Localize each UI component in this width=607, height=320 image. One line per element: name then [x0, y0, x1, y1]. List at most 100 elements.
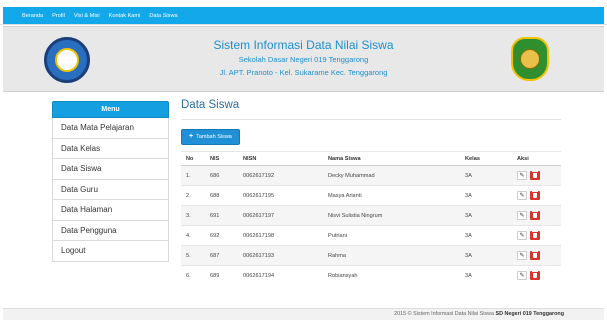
table-row: 6. 689 0062617194 Robiansyah 3A ✎: [181, 265, 561, 286]
column-header-nama-siswa: Nama Siswa: [323, 151, 460, 166]
table-header-row: No NIS NISN Nama Siswa Kelas Aksi: [181, 151, 561, 166]
cell-no: 3.: [181, 205, 205, 226]
trash-icon: [532, 251, 538, 258]
pencil-icon: ✎: [519, 193, 525, 199]
cell-nisn: 0062617198: [238, 225, 323, 246]
column-header-nis: NIS: [205, 151, 238, 166]
column-header-nisn: NISN: [238, 151, 323, 166]
footer: 2015 © Sistem Informasi Data Nilai Siswa…: [3, 308, 604, 320]
site-header: Sistem Informasi Data Nilai Siswa Sekola…: [3, 26, 604, 92]
cell-nama-siswa: Putriani: [323, 225, 460, 246]
table-row: 2. 688 0062617195 Masya Arianti 3A ✎: [181, 185, 561, 206]
cell-nisn: 0062617195: [238, 185, 323, 206]
sidebar-item-data-guru[interactable]: Data Guru: [52, 179, 169, 200]
cell-aksi: ✎: [512, 205, 561, 226]
cell-nis: 687: [205, 245, 238, 266]
cell-nisn: 0062617197: [238, 205, 323, 226]
cell-nisn: 0062617192: [238, 165, 323, 186]
title-divider: [181, 119, 561, 120]
sidebar-menu: Menu Data Mata Pelajaran Data Kelas Data…: [52, 101, 169, 262]
column-header-kelas: Kelas: [460, 151, 512, 166]
column-header-no: No: [181, 151, 205, 166]
table-row: 3. 691 0062617197 Nisvi Sulistia Ningrum 3A ✎: [181, 205, 561, 226]
edit-button[interactable]: ✎: [517, 191, 527, 200]
nav-link-data-siswa[interactable]: Data Siswa: [149, 13, 177, 19]
pencil-icon: ✎: [519, 233, 525, 239]
cell-nis: 688: [205, 185, 238, 206]
table-row: 4. 692 0062617198 Putriani 3A ✎: [181, 225, 561, 246]
cell-nama-siswa: Robiansyah: [323, 265, 460, 286]
page-title: Data Siswa: [181, 99, 240, 111]
nav-link-profil[interactable]: Profil: [52, 13, 65, 19]
edit-button[interactable]: ✎: [517, 271, 527, 281]
pencil-icon: ✎: [519, 253, 525, 259]
row-actions: ✎: [517, 271, 561, 281]
cell-kelas: 3A: [460, 185, 512, 206]
cell-no: 1.: [181, 165, 205, 186]
trash-icon: [532, 271, 538, 279]
cell-aksi: ✎: [512, 245, 561, 266]
edit-button[interactable]: ✎: [517, 251, 527, 260]
cell-aksi: ✎: [512, 225, 561, 246]
row-actions: ✎: [517, 171, 561, 180]
cell-nis: 689: [205, 265, 238, 286]
cell-nama-siswa: Masya Arianti: [323, 185, 460, 206]
row-actions: ✎: [517, 231, 561, 240]
cell-kelas: 3A: [460, 205, 512, 226]
students-table: No NIS NISN Nama Siswa Kelas Aksi 1. 686 0…: [181, 151, 561, 286]
row-actions: ✎: [517, 191, 561, 200]
cell-nama-siswa: Decky Muhammad: [323, 165, 460, 186]
main-content: Data Siswa + Tambah Siswa No NIS NISN Na…: [181, 99, 561, 286]
cell-kelas: 3A: [460, 245, 512, 266]
cell-nisn: 0062617194: [238, 265, 323, 286]
sidebar-item-data-siswa[interactable]: Data Siswa: [52, 159, 169, 180]
navbar: Beranda Profil Visi & Misi Kontak Kami D…: [3, 7, 604, 24]
delete-button[interactable]: [530, 231, 540, 240]
cell-kelas: 3A: [460, 225, 512, 246]
cell-kelas: 3A: [460, 265, 512, 286]
cell-kelas: 3A: [460, 165, 512, 186]
trash-icon: [532, 231, 538, 238]
cell-nama-siswa: Rahma: [323, 245, 460, 266]
cell-no: 2.: [181, 185, 205, 206]
sidebar-item-data-pengguna[interactable]: Data Pengguna: [52, 220, 169, 241]
table-row: 5. 687 0062617193 Rahma 3A ✎: [181, 245, 561, 266]
sidebar-item-data-kelas[interactable]: Data Kelas: [52, 138, 169, 159]
delete-button[interactable]: [530, 271, 540, 281]
edit-button[interactable]: ✎: [517, 211, 527, 220]
row-actions: ✎: [517, 211, 561, 220]
footer-school-name: SD Negeri 019 Tenggarong: [495, 311, 565, 317]
edit-button[interactable]: ✎: [517, 171, 527, 180]
sidebar-item-data-mata-pelajaran[interactable]: Data Mata Pelajaran: [52, 118, 169, 139]
cell-aksi: ✎: [512, 185, 561, 206]
column-header-aksi: Aksi: [512, 151, 561, 166]
add-student-button[interactable]: + Tambah Siswa: [181, 129, 240, 145]
nav-link-visi-misi[interactable]: Visi & Misi: [74, 13, 100, 19]
delete-button[interactable]: [530, 251, 540, 260]
trash-icon: [532, 191, 538, 198]
kutai-kartanegara-emblem-icon: [511, 37, 549, 81]
cell-nis: 692: [205, 225, 238, 246]
trash-icon: [532, 211, 538, 218]
delete-button[interactable]: [530, 191, 540, 200]
table-row: 1. 686 0062617192 Decky Muhammad 3A ✎: [181, 165, 561, 186]
cell-nis: 691: [205, 205, 238, 226]
nav-link-beranda[interactable]: Beranda: [22, 13, 43, 19]
edit-button[interactable]: ✎: [517, 231, 527, 240]
delete-button[interactable]: [530, 211, 540, 220]
add-student-label: Tambah Siswa: [196, 134, 232, 140]
pencil-icon: ✎: [519, 213, 525, 219]
plus-icon: +: [189, 133, 194, 140]
delete-button[interactable]: [530, 171, 540, 180]
cell-no: 4.: [181, 225, 205, 246]
pencil-icon: ✎: [519, 173, 525, 179]
cell-aksi: ✎: [512, 165, 561, 186]
sidebar-item-logout[interactable]: Logout: [52, 241, 169, 262]
cell-aksi: ✎: [512, 265, 561, 286]
row-actions: ✎: [517, 251, 561, 260]
pencil-icon: ✎: [519, 273, 525, 280]
sidebar-item-data-halaman[interactable]: Data Halaman: [52, 200, 169, 221]
cell-no: 5.: [181, 245, 205, 266]
top-navigation: Beranda Profil Visi & Misi Kontak Kami D…: [0, 0, 607, 25]
nav-link-kontak-kami[interactable]: Kontak Kami: [109, 13, 141, 19]
